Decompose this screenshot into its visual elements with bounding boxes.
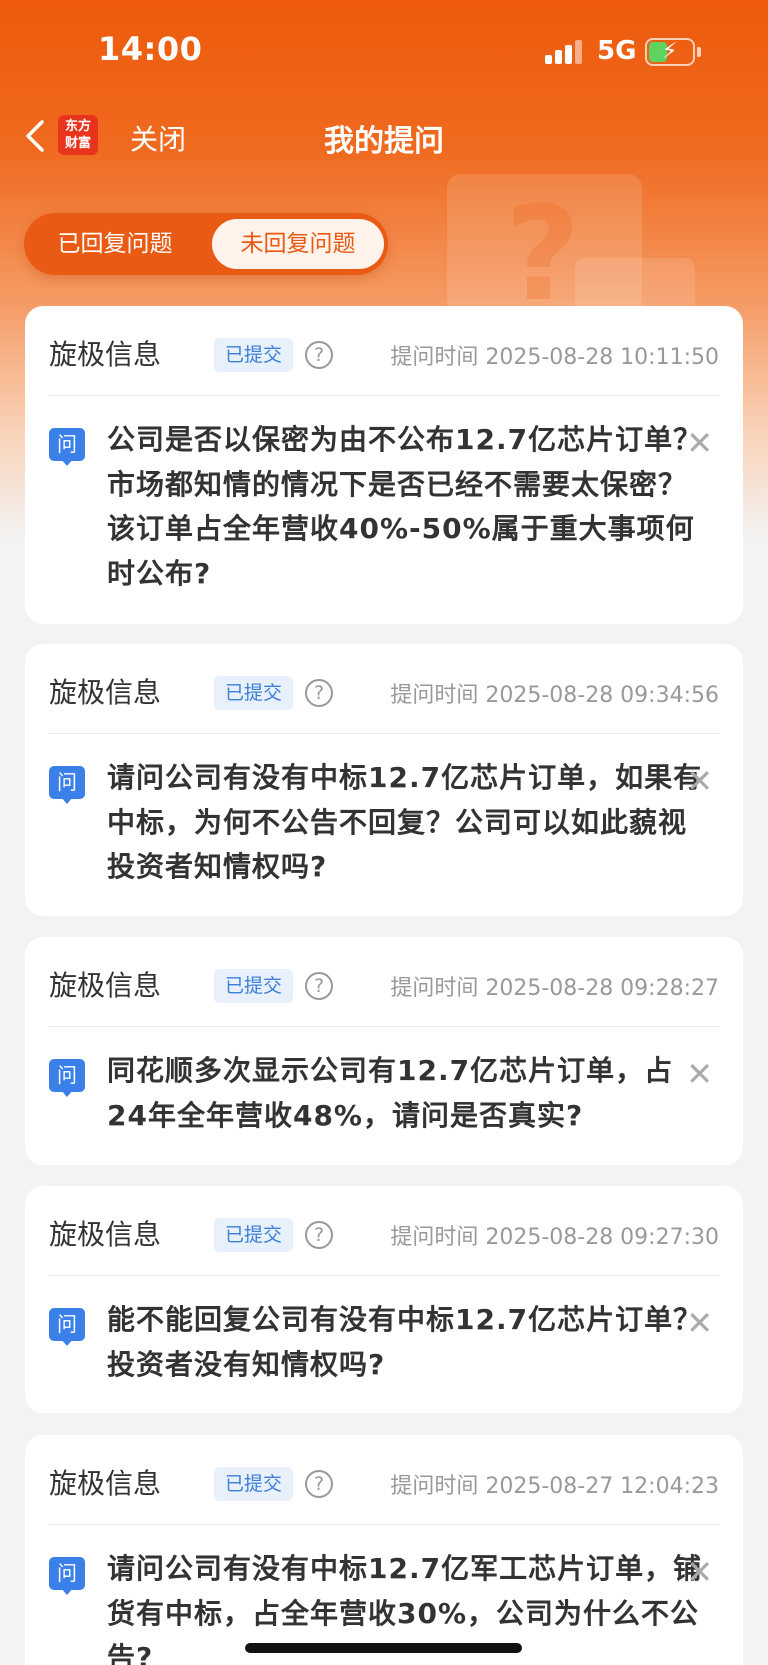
help-icon[interactable]: ? [305,1221,333,1249]
tab-switcher: 已回复问题 未回复问题 [24,213,388,275]
close-icon[interactable]: ✕ [686,1304,713,1342]
question-text: 同花顺多次显示公司有12.7亿芯片订单，占24年全年营收48%，请问是否真实? [107,1054,674,1132]
network-type: 5G [597,36,637,66]
battery-charging-icon: ⚡ [645,38,701,66]
question-card[interactable]: 旋极信息 已提交 ? 提问时间 2025-08-28 09:34:56 问 请问… [25,644,743,916]
help-icon[interactable]: ? [305,679,333,707]
home-indicator[interactable] [245,1643,522,1653]
status-badge: 已提交 [214,1467,294,1501]
status-badge: 已提交 [214,676,294,710]
status-time: 14:00 [98,30,203,68]
question-text: 公司是否以保密为由不公布12.7亿芯片订单？市场都知情的情况下是否已经不需要太保… [107,423,703,590]
page-title: 我的提问 [324,124,444,159]
company-name: 旋极信息 [49,969,162,1002]
company-name: 旋极信息 [49,338,162,371]
question-icon: 问 [49,1557,85,1595]
status-badge: 已提交 [214,969,294,1003]
status-bar: 14:00 5G ⚡ [0,0,768,100]
card-header: 旋极信息 已提交 ? 提问时间 2025-08-28 09:28:27 [49,937,719,1027]
question-card[interactable]: 旋极信息 已提交 ? 提问时间 2025-08-27 12:04:23 问 请问… [25,1435,743,1665]
tab-unreplied-questions[interactable]: 未回复问题 [212,219,384,269]
company-name: 旋极信息 [49,676,162,709]
question-icon: 问 [49,766,85,804]
close-icon[interactable]: ✕ [686,1055,713,1093]
close-icon[interactable]: ✕ [686,762,713,800]
signal-strength-icon [545,40,585,64]
company-name: 旋极信息 [49,1467,162,1500]
status-badge: 已提交 [214,338,294,372]
help-icon[interactable]: ? [305,1470,333,1498]
question-time: 提问时间 2025-08-28 09:34:56 [390,683,719,708]
question-text: 能不能回复公司有没有中标12.7亿芯片订单？投资者没有知情权吗? [107,1303,703,1381]
question-text: 请问公司有没有中标12.7亿芯片订单，如果有中标，为何不公告不回复？公司可以如此… [107,761,703,883]
card-header: 旋极信息 已提交 ? 提问时间 2025-08-28 09:34:56 [49,644,719,734]
help-icon[interactable]: ? [305,972,333,1000]
question-icon: 问 [49,1059,85,1097]
page: ? 14:00 5G ⚡ 东方 财富 关闭 我的提问 已回复问题 未回复问题 旋… [0,0,768,1665]
question-time: 提问时间 2025-08-28 09:27:30 [390,1225,719,1250]
question-card[interactable]: 旋极信息 已提交 ? 提问时间 2025-08-28 10:11:50 问 公司… [25,306,743,624]
close-icon[interactable]: ✕ [686,1553,713,1591]
question-time: 提问时间 2025-08-28 10:11:50 [390,345,719,370]
company-name: 旋极信息 [49,1218,162,1251]
question-time: 提问时间 2025-08-28 09:28:27 [390,976,719,1001]
question-icon: 问 [49,428,85,466]
status-badge: 已提交 [214,1218,294,1252]
question-time: 提问时间 2025-08-27 12:04:23 [390,1474,719,1499]
question-card[interactable]: 旋极信息 已提交 ? 提问时间 2025-08-28 09:28:27 问 同花… [25,937,743,1165]
card-header: 旋极信息 已提交 ? 提问时间 2025-08-28 09:27:30 [49,1186,719,1276]
navigation-bar: 东方 财富 关闭 我的提问 [0,100,768,172]
tab-replied-questions[interactable]: 已回复问题 [24,213,206,275]
help-icon[interactable]: ? [305,341,333,369]
close-icon[interactable]: ✕ [686,424,713,462]
card-header: 旋极信息 已提交 ? 提问时间 2025-08-28 10:11:50 [49,306,719,396]
question-icon: 问 [49,1308,85,1346]
question-card[interactable]: 旋极信息 已提交 ? 提问时间 2025-08-28 09:27:30 问 能不… [25,1186,743,1413]
card-header: 旋极信息 已提交 ? 提问时间 2025-08-27 12:04:23 [49,1435,719,1525]
